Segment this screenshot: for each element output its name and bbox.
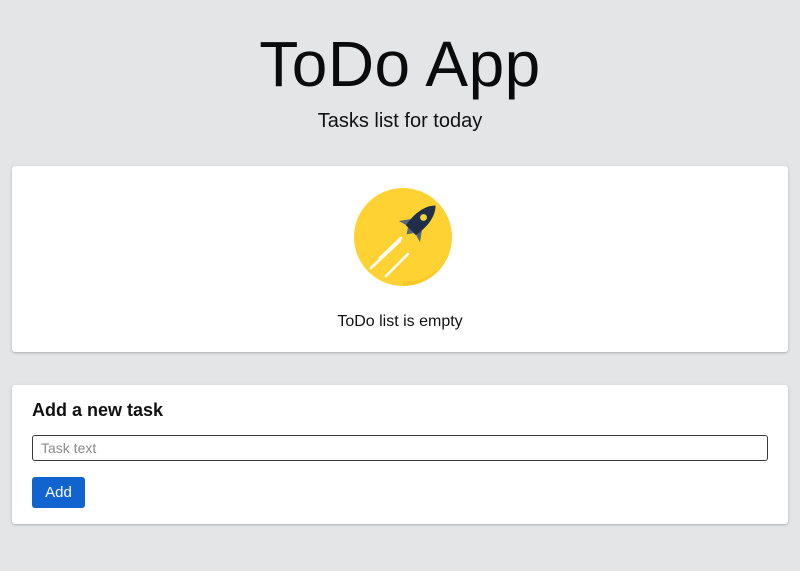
empty-state-card: ToDo list is empty: [12, 166, 788, 352]
page-subtitle: Tasks list for today: [317, 110, 483, 132]
task-text-input[interactable]: [32, 435, 768, 461]
add-task-heading: Add a new task: [32, 400, 164, 420]
empty-state-message: ToDo list is empty: [337, 313, 463, 330]
page-title: ToDo App: [259, 28, 541, 100]
rocket-icon: [354, 188, 454, 288]
add-task-card: Add a new task Add: [12, 385, 788, 524]
add-task-button[interactable]: Add: [32, 477, 85, 508]
